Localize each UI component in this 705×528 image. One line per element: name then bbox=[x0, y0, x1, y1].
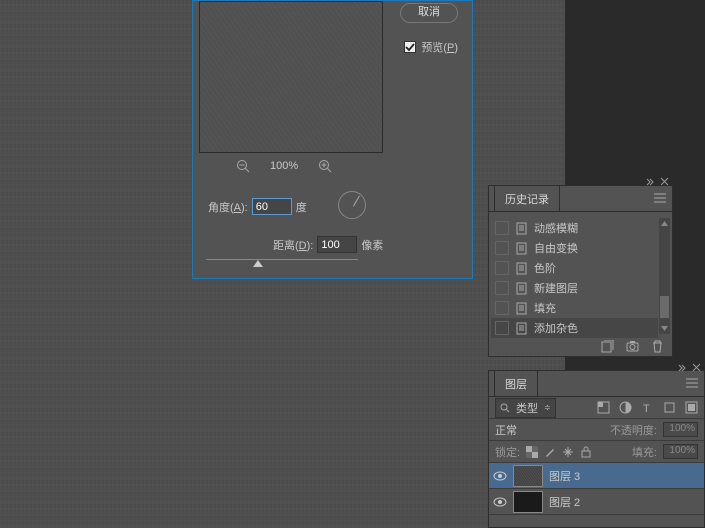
search-icon bbox=[500, 403, 510, 413]
history-item[interactable]: 自由变换 bbox=[491, 238, 658, 258]
filter-preview[interactable] bbox=[199, 1, 383, 153]
zoom-out-icon[interactable] bbox=[236, 159, 250, 173]
filter-type-label: 类型 bbox=[516, 400, 538, 416]
visibility-icon[interactable] bbox=[493, 495, 507, 509]
history-toggle[interactable] bbox=[495, 241, 509, 255]
scroll-up-icon[interactable] bbox=[659, 218, 670, 229]
document-icon bbox=[515, 262, 528, 275]
document-icon bbox=[515, 242, 528, 255]
distance-unit: 像素 bbox=[361, 237, 383, 253]
layer-name[interactable]: 图层 3 bbox=[549, 468, 580, 484]
layer-thumbnail[interactable] bbox=[513, 465, 543, 487]
layers-panel: 图层 类型 ≑ T 正常 不透明度: 100% 锁定: 填充: 100% 图层 … bbox=[488, 370, 705, 528]
lock-all-icon[interactable] bbox=[580, 446, 592, 458]
history-list: 动感模糊自由变换色阶新建图层填充添加杂色 bbox=[491, 218, 658, 338]
filter-type-select[interactable]: 类型 ≑ bbox=[495, 398, 556, 418]
svg-text:T: T bbox=[643, 403, 650, 414]
history-item-label: 添加杂色 bbox=[534, 320, 578, 336]
snapshot-icon[interactable] bbox=[626, 340, 639, 353]
angle-unit: 度 bbox=[296, 199, 307, 215]
close-icon[interactable] bbox=[692, 363, 701, 372]
close-icon[interactable] bbox=[660, 177, 669, 186]
create-document-icon[interactable] bbox=[601, 340, 614, 353]
blend-mode-select[interactable]: 正常 bbox=[495, 422, 517, 438]
layer-item[interactable]: 图层 3 bbox=[489, 463, 704, 489]
history-item-label: 色阶 bbox=[534, 260, 556, 276]
history-toggle[interactable] bbox=[495, 321, 509, 335]
distance-label: 距离(D): bbox=[273, 237, 313, 253]
visibility-icon[interactable] bbox=[493, 469, 507, 483]
filter-type-icon[interactable]: T bbox=[641, 401, 654, 414]
history-panel: 历史记录 动感模糊自由变换色阶新建图层填充添加杂色 bbox=[488, 185, 673, 357]
filter-adjust-icon[interactable] bbox=[619, 401, 632, 414]
check-icon bbox=[405, 42, 415, 52]
filter-shape-icon[interactable] bbox=[663, 401, 676, 414]
lock-brush-icon[interactable] bbox=[544, 446, 556, 458]
document-icon bbox=[515, 322, 528, 335]
lock-position-icon[interactable] bbox=[562, 446, 574, 458]
trash-icon[interactable] bbox=[651, 340, 664, 353]
collapse-icon[interactable] bbox=[677, 363, 686, 372]
document-icon bbox=[515, 222, 528, 235]
document-icon bbox=[515, 282, 528, 295]
panel-menu-icon[interactable] bbox=[685, 377, 699, 389]
opacity-input[interactable]: 100% bbox=[663, 422, 698, 437]
tab-history[interactable]: 历史记录 bbox=[494, 185, 560, 211]
history-item-label: 填充 bbox=[534, 300, 556, 316]
document-icon bbox=[515, 302, 528, 315]
distance-slider-thumb[interactable] bbox=[253, 260, 263, 267]
zoom-percent: 100% bbox=[270, 160, 298, 172]
history-item[interactable]: 填充 bbox=[491, 298, 658, 318]
history-toggle[interactable] bbox=[495, 301, 509, 315]
fill-label: 填充: bbox=[632, 444, 657, 460]
history-item[interactable]: 添加杂色 bbox=[491, 318, 658, 338]
motion-blur-dialog: 取消 预览(P) 100% 角度(A): 度 距离(D): 像素 bbox=[192, 0, 473, 279]
angle-label: 角度(A): bbox=[208, 199, 248, 215]
history-item-label: 动感模糊 bbox=[534, 220, 578, 236]
history-scrollbar[interactable] bbox=[659, 218, 670, 334]
layer-list: 图层 3 图层 2 bbox=[489, 463, 704, 515]
collapse-icon[interactable] bbox=[645, 177, 654, 186]
filter-smart-icon[interactable] bbox=[685, 401, 698, 414]
history-toggle[interactable] bbox=[495, 261, 509, 275]
layer-thumbnail[interactable] bbox=[513, 491, 543, 513]
tab-layers[interactable]: 图层 bbox=[494, 370, 538, 396]
scroll-down-icon[interactable] bbox=[659, 323, 670, 334]
angle-input[interactable] bbox=[252, 198, 292, 215]
angle-dial[interactable] bbox=[338, 191, 366, 219]
preview-label: 预览(P) bbox=[421, 39, 458, 55]
history-item[interactable]: 新建图层 bbox=[491, 278, 658, 298]
history-item[interactable]: 动感模糊 bbox=[491, 218, 658, 238]
panel-menu-icon[interactable] bbox=[653, 192, 667, 204]
history-item[interactable]: 色阶 bbox=[491, 258, 658, 278]
layer-name[interactable]: 图层 2 bbox=[549, 494, 580, 510]
fill-input[interactable]: 100% bbox=[663, 444, 698, 459]
lock-transparent-icon[interactable] bbox=[526, 446, 538, 458]
distance-input[interactable] bbox=[317, 236, 357, 253]
opacity-label: 不透明度: bbox=[610, 422, 657, 438]
scroll-thumb[interactable] bbox=[660, 296, 669, 318]
history-toggle[interactable] bbox=[495, 221, 509, 235]
chevron-icon: ≑ bbox=[544, 403, 551, 412]
lock-label: 锁定: bbox=[495, 444, 520, 460]
history-toggle[interactable] bbox=[495, 281, 509, 295]
filter-pixel-icon[interactable] bbox=[597, 401, 610, 414]
layer-item[interactable]: 图层 2 bbox=[489, 489, 704, 515]
cancel-button[interactable]: 取消 bbox=[400, 3, 458, 23]
distance-slider[interactable] bbox=[206, 259, 358, 260]
history-item-label: 自由变换 bbox=[534, 240, 578, 256]
history-item-label: 新建图层 bbox=[534, 280, 578, 296]
preview-checkbox[interactable] bbox=[404, 41, 416, 53]
zoom-in-icon[interactable] bbox=[318, 159, 332, 173]
